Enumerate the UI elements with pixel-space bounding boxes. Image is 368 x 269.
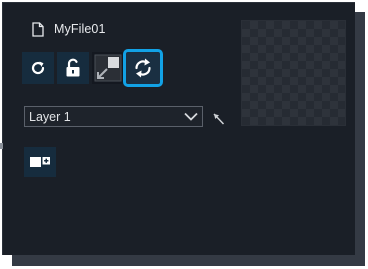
unlock-button[interactable] [57, 52, 89, 84]
cursor-arrow-icon[interactable] [213, 113, 225, 125]
add-layer-button[interactable] [24, 147, 56, 177]
swap-arrows-icon [135, 58, 151, 78]
image-resize-button[interactable] [92, 52, 124, 84]
refresh-button[interactable] [22, 52, 54, 84]
layer-preview-thumbnail [241, 20, 346, 126]
file-name: MyFile01 [54, 22, 106, 36]
layer-dropdown[interactable]: Layer 1 [24, 106, 203, 127]
layer-dropdown-value: Layer 1 [29, 109, 71, 124]
swap-button[interactable] [123, 49, 163, 87]
file-header: MyFile01 [32, 20, 106, 38]
unlock-icon [66, 58, 80, 77]
panel-resize-handle[interactable] [0, 143, 3, 149]
panel-shadow-bottom [12, 255, 365, 266]
add-layer-icon [30, 157, 50, 167]
image-resize-icon [94, 54, 122, 82]
document-icon [32, 21, 44, 37]
chevron-down-icon [184, 112, 198, 121]
refresh-icon [31, 61, 45, 75]
panel-shadow-right [355, 12, 365, 266]
